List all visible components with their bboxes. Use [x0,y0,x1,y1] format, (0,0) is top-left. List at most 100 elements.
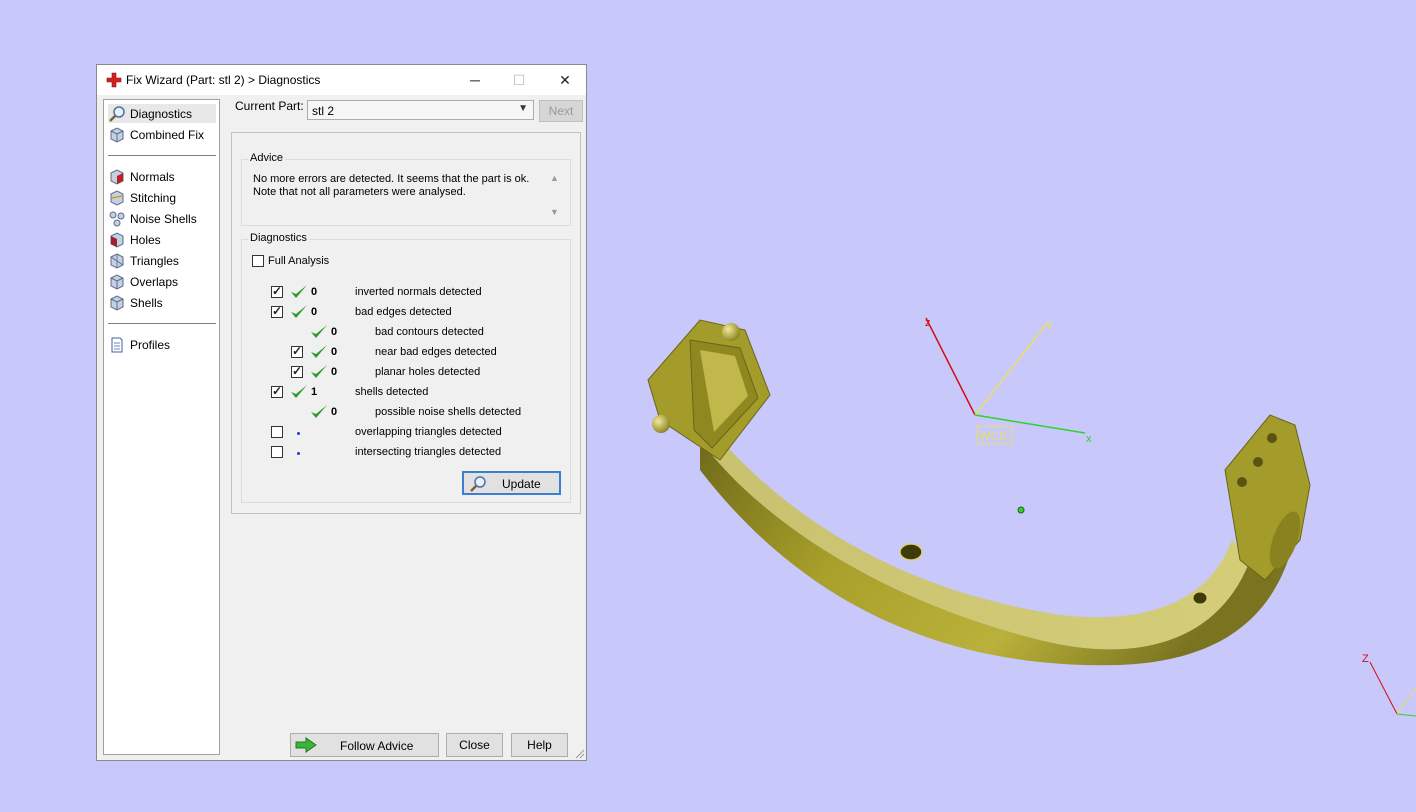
sidebar-item-shells[interactable]: Shells [108,293,216,312]
green-check-icon [311,405,327,418]
follow-advice-button[interactable]: Follow Advice [290,733,439,757]
follow-advice-label: Follow Advice [340,739,414,753]
noise-shells-icon [109,211,125,226]
document-icon [111,337,123,352]
red-cross-icon [106,72,122,88]
green-check-icon [291,285,307,298]
dialog-title: Fix Wizard (Part: stl 2) > Diagnostics [126,73,321,87]
diagnostic-count: 0 [311,286,318,298]
cube-red-face-icon [110,168,124,185]
help-button[interactable]: Help [511,733,568,757]
sidebar-item-combined-fix[interactable]: Combined Fix [108,125,216,144]
advice-text: No more errors are detected. It seems th… [253,173,529,199]
close-window-button[interactable]: ✕ [542,65,588,95]
green-check-icon [291,385,307,398]
sidebar-item-label: Diagnostics [130,106,193,121]
diagnostic-checkbox[interactable] [271,284,283,298]
magnifier-icon [470,476,486,492]
title-bar[interactable]: Fix Wizard (Part: stl 2) > Diagnostics ─… [97,65,586,95]
diagnostic-checkbox[interactable] [271,446,283,458]
sidebar-item-overlaps[interactable]: Overlaps [108,272,216,291]
green-check-icon [311,325,327,338]
green-arrow-icon [295,737,317,753]
sidebar-divider [108,155,216,157]
sidebar-item-label: Stitching [130,190,177,205]
cube-shells-icon [110,294,124,311]
diagnostic-label: shells detected [355,386,429,398]
diagnostic-count: 0 [331,346,338,358]
advice-group: Advice No more errors are detected. It s… [241,152,571,226]
sidebar-item-profiles[interactable]: Profiles [108,335,216,354]
update-button[interactable]: Update [462,471,561,495]
diagnostic-count: 0 [331,326,338,338]
sidebar-item-label: Noise Shells [130,211,197,226]
diagnostic-checkbox[interactable] [271,426,283,438]
diagnostic-count: 0 [331,406,338,418]
axis-y-label: y [1047,319,1053,331]
corner-axis-z-label: Z [1362,653,1369,665]
sidebar-item-diagnostics[interactable]: Diagnostics [108,104,216,123]
diagnostic-row: 0 bad edges detected [242,304,562,322]
sidebar-item-stitching[interactable]: Stitching [108,188,216,207]
diagnostic-checkbox[interactable] [291,344,303,358]
diagnostic-row: 0 planar holes detected [242,364,562,382]
cube-stitch-icon [110,189,124,206]
diagnostic-label: possible noise shells detected [375,406,522,418]
scroll-up-icon[interactable]: ▲ [550,173,559,183]
pending-dot-icon [297,432,300,435]
sidebar-item-holes[interactable]: Holes [108,230,216,249]
advice-line: Note that not all parameters were analys… [253,186,466,198]
wizard-sidebar: Diagnostics Combined Fix Normals Stitchi… [103,99,220,755]
cube-triangles-icon [110,252,124,269]
chevron-down-icon: ▼ [518,103,528,114]
diagnostic-label: overlapping triangles detected [355,426,502,438]
diagnostic-label: bad contours detected [375,326,484,338]
diagnostic-row: 0 possible noise shells detected [242,404,562,422]
axis-x-label: x [1086,433,1092,445]
diagnostic-row: overlapping triangles detected [242,424,562,442]
world-coordinate-axes: WCS x y z [925,317,1092,514]
sidebar-item-label: Shells [130,295,163,310]
diagnostic-row: 0 bad contours detected [242,324,562,342]
sidebar-item-label: Combined Fix [130,127,205,142]
diagnostics-title: Diagnostics [248,232,309,244]
sidebar-item-label: Profiles [130,337,171,352]
diagnostic-row: 1 shells detected [242,384,562,402]
diagnostic-checkbox[interactable] [271,384,283,398]
advice-line: No more errors are detected. It seems th… [253,173,530,185]
cube-overlap-icon [110,273,124,290]
resize-grip-icon[interactable] [575,749,585,759]
diagnostic-label: near bad edges detected [375,346,497,358]
current-part-select[interactable]: stl 2 ▼ [307,100,534,120]
minimize-button[interactable]: ─ [452,65,498,95]
sidebar-item-noise-shells[interactable]: Noise Shells [108,209,216,228]
diagnostic-row: 0 near bad edges detected [242,344,562,362]
sidebar-item-triangles[interactable]: Triangles [108,251,216,270]
diagnostic-row: 0 inverted normals detected [242,284,562,302]
sidebar-item-normals[interactable]: Normals [108,167,216,186]
green-check-icon [311,345,327,358]
green-check-icon [291,305,307,318]
next-button[interactable]: Next [539,100,583,122]
diagnostic-label: bad edges detected [355,306,452,318]
maximize-button[interactable]: ☐ [496,65,542,95]
current-part-label: Current Part: [235,99,304,113]
diagnostic-row: intersecting triangles detected [242,444,562,462]
full-analysis-checkbox[interactable] [252,255,264,267]
scroll-down-icon[interactable]: ▼ [550,207,559,217]
3d-part-model[interactable] [647,319,1311,666]
axis-z-label: z [925,317,931,329]
diagnostic-checkbox[interactable] [271,304,283,318]
close-button[interactable]: Close [446,733,503,757]
full-analysis-label: Full Analysis [268,255,330,267]
sidebar-item-label: Triangles [130,253,179,268]
advice-title: Advice [248,152,286,164]
diagnostic-label: planar holes detected [375,366,481,378]
diagnostic-count: 1 [311,386,318,398]
diagnostic-checkbox[interactable] [291,364,303,378]
magnifier-icon [109,105,125,122]
diagnostic-count: 0 [311,306,318,318]
pending-dot-icon [297,452,300,455]
sidebar-item-label: Normals [130,169,175,184]
advice-scrollbar[interactable]: ▲ ▼ [547,173,562,219]
